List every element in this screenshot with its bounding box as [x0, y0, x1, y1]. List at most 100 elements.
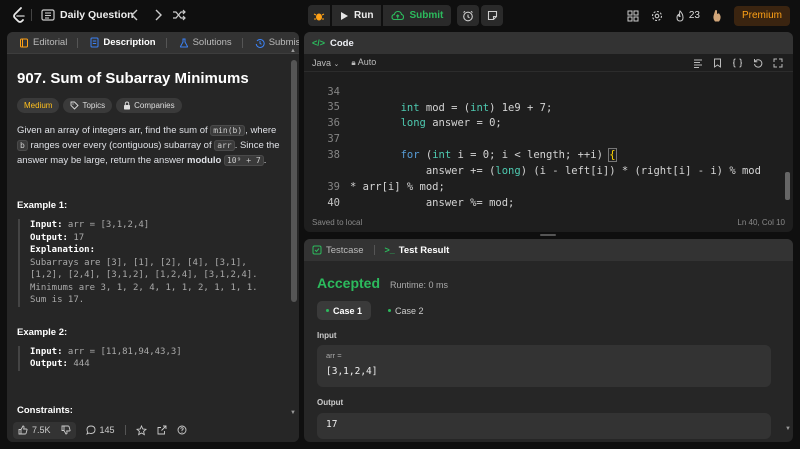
terminal-icon: >_ [384, 245, 395, 255]
problem-tags: Medium Topics Companies [17, 98, 281, 113]
cloud-upload-icon [391, 10, 405, 21]
bug-icon [313, 13, 325, 20]
code-area[interactable]: 34 int mod = (int) 1e9 + 7; 35 long answ… [304, 72, 784, 212]
topics-button[interactable]: Topics [63, 98, 113, 113]
debug-button[interactable] [308, 5, 330, 26]
code-panel-header: </> Code [304, 32, 793, 54]
example-block: Input: arr = [3,1,2,4] Output: 17 Explan… [18, 219, 281, 307]
thumbs-up-icon[interactable] [18, 425, 28, 435]
tag-icon [71, 101, 80, 110]
notes-button[interactable] [481, 5, 504, 26]
run-controls: Run Submit [308, 5, 504, 26]
gear-icon[interactable] [651, 10, 663, 22]
auto-mode-toggle[interactable]: 🔒︎ Auto [351, 57, 376, 68]
document-icon [90, 37, 99, 48]
premium-button[interactable]: Premium [733, 5, 790, 26]
problem-list-title[interactable]: Daily Question [60, 9, 134, 21]
tab-label: Testcase [326, 244, 364, 256]
run-label: Run [354, 10, 374, 21]
cursor-position: Ln 40, Col 10 [737, 217, 785, 227]
submit-label: Submit [409, 10, 444, 21]
top-bar: Daily Question Run Submit 23 Premium [0, 0, 800, 30]
output-box: 17 [317, 413, 771, 439]
constraints-title: Constraints: [17, 404, 73, 416]
submit-button[interactable]: Submit [383, 5, 452, 26]
layout-grid-icon[interactable] [627, 10, 639, 22]
example-title: Example 1: [17, 200, 68, 211]
user-controls: 23 Premium [627, 5, 790, 26]
thumbs-down-icon[interactable] [61, 425, 71, 435]
tab-label: Description [103, 37, 156, 48]
share-icon[interactable] [157, 425, 167, 435]
scrollbar[interactable]: ▲ ▼ [290, 48, 297, 416]
code-text: answer %= mod; [350, 197, 515, 209]
resize-handle[interactable] [540, 234, 556, 236]
page-title: 907. Sum of Subarray Minimums [17, 70, 249, 87]
input-label: Input: [30, 220, 63, 230]
description-panel: Editorial Description Solutions Submissi… [7, 32, 299, 442]
explanation-line: Sum is 17. [30, 295, 85, 305]
pass-dot-icon [326, 309, 329, 312]
comments-button[interactable]: 145 [85, 425, 115, 435]
variable-name: arr = [326, 351, 342, 360]
scroll-up-icon[interactable]: ▲ [290, 48, 296, 54]
tab-test-result[interactable]: >_ Test Result [385, 245, 450, 256]
runtime-text: Runtime: 0 ms [390, 280, 449, 290]
star-icon[interactable] [135, 424, 147, 436]
chevron-left-icon[interactable] [129, 8, 141, 22]
chevron-right-icon[interactable] [152, 8, 164, 22]
avatar[interactable] [712, 9, 722, 23]
companies-button[interactable]: Companies [116, 98, 182, 113]
output-label: Output: [30, 232, 68, 243]
leetcode-logo-icon[interactable] [12, 7, 26, 23]
code-line: * arr[i] % mod; [304, 147, 445, 193]
tab-testcase[interactable]: Testcase [312, 245, 364, 256]
problem-content: 907. Sum of Subarray Minimums Medium Top… [7, 54, 291, 418]
flask-icon [179, 38, 188, 47]
language-select[interactable]: Java ⌄ [312, 58, 339, 68]
result-tabs: Testcase >_ Test Result [304, 239, 793, 261]
tab-description[interactable]: Description [84, 32, 172, 54]
code-text: for (int i = 0; i < length; ++i) { [400, 148, 617, 162]
reset-icon[interactable] [753, 58, 763, 68]
streak-counter[interactable]: 23 [675, 9, 700, 22]
topics-label: Topics [82, 101, 106, 110]
braces-icon[interactable] [732, 58, 743, 68]
code-text: long answer = 0; [400, 117, 502, 129]
tab-solutions[interactable]: Solutions [173, 32, 249, 54]
problem-footer: 7.5K 145 [7, 418, 299, 442]
explanation-line: Subarrays are [3], [1], [2], [4], [3,1], [30, 257, 247, 268]
scroll-thumb[interactable] [291, 60, 297, 302]
run-button[interactable]: Run [332, 5, 382, 26]
difficulty-badge: Medium [17, 98, 60, 113]
bookmark-icon[interactable] [713, 58, 722, 68]
explanation-label: Explanation: [30, 245, 96, 255]
result-panel: Testcase >_ Test Result Accepted Runtime… [304, 239, 793, 442]
problem-list-icon[interactable] [41, 8, 55, 22]
shuffle-icon[interactable] [172, 8, 186, 22]
divider [31, 9, 32, 21]
expand-icon[interactable] [773, 58, 783, 68]
scroll-down-icon[interactable]: ▼ [785, 426, 791, 432]
problem-description: Given an array of integers arr, find the… [17, 123, 281, 168]
case-tab-1[interactable]: Case 1 [317, 301, 372, 320]
description-text: Given an array of integers arr, find the… [17, 125, 211, 136]
output-value: 17 [326, 419, 338, 430]
play-icon [341, 11, 348, 20]
help-icon[interactable] [177, 425, 187, 435]
output-value: 17 [67, 232, 85, 243]
scroll-down-icon[interactable]: ▼ [290, 410, 296, 416]
code-text: answer += (long) (i - left[i]) * (right[… [350, 165, 761, 177]
comment-count: 145 [99, 425, 115, 435]
tab-editorial[interactable]: Editorial [13, 32, 84, 54]
code-line: 37 for (int i = 0; i < length; ++i) { [304, 115, 617, 162]
checkbox-icon [312, 245, 322, 255]
format-icon[interactable] [693, 58, 703, 68]
timer-button[interactable] [457, 5, 480, 26]
editor-scrollbar[interactable] [785, 172, 790, 200]
code-line: 41 [304, 195, 342, 211]
case-tab-2[interactable]: Case 2 [379, 301, 433, 320]
input-box: arr = [3,1,2,4] [317, 345, 771, 387]
lock-icon [124, 101, 131, 110]
history-icon [255, 38, 265, 48]
